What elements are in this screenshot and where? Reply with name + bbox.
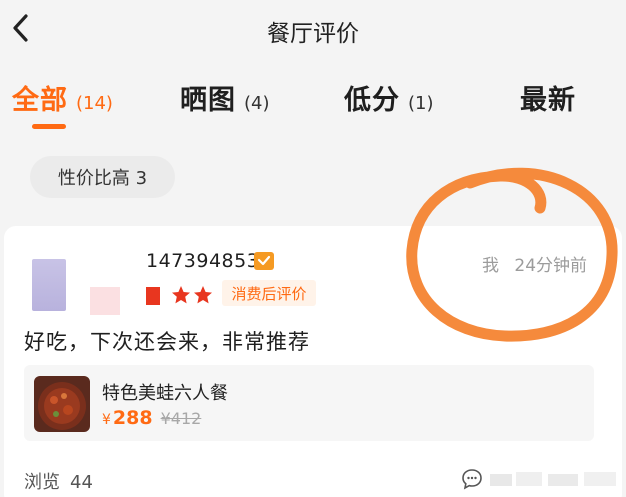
tab-photos-count: (4) bbox=[244, 93, 270, 114]
user-id: 147394853 bbox=[146, 250, 260, 272]
review-meta: 我 24分钟前 bbox=[482, 251, 587, 276]
avatar-blur-block bbox=[32, 259, 66, 311]
tab-low-score[interactable]: 低分 (1) bbox=[344, 78, 434, 122]
star-icon bbox=[172, 286, 190, 304]
page-title: 餐厅评价 bbox=[267, 21, 359, 47]
views-count: 44 bbox=[70, 472, 93, 493]
avatar[interactable] bbox=[32, 259, 122, 317]
star-icon bbox=[194, 286, 212, 304]
review-text: 好吃，下次还会来，非常推荐 bbox=[24, 330, 310, 354]
tab-photos[interactable]: 晒图 (4) bbox=[180, 78, 270, 122]
filter-chip[interactable]: 性价比高 3 bbox=[30, 156, 175, 198]
consumed-badge: 消费后评价 bbox=[222, 280, 316, 306]
product-price: ¥288 ¥412 bbox=[102, 407, 201, 429]
views-label: 浏览 bbox=[24, 472, 60, 493]
tab-all-count: (14) bbox=[76, 93, 113, 114]
product-card[interactable]: 特色美蛙六人餐 ¥288 ¥412 bbox=[24, 365, 594, 441]
product-thumbnail bbox=[34, 376, 90, 432]
tab-low-score-label: 低分 bbox=[344, 85, 400, 116]
star-icon bbox=[146, 287, 160, 305]
restaurant-review-page: 餐厅评价 全部 (14) 晒图 (4) 低分 (1) 最新 性价比高 3 147… bbox=[0, 0, 626, 497]
author-tag: 我 bbox=[482, 256, 499, 276]
tab-low-score-count: (1) bbox=[408, 93, 434, 114]
product-name: 特色美蛙六人餐 bbox=[102, 383, 228, 404]
tab-latest-label: 最新 bbox=[520, 85, 576, 116]
review-time: 24分钟前 bbox=[514, 256, 588, 276]
active-tab-indicator bbox=[32, 124, 66, 129]
tab-all[interactable]: 全部 (14) bbox=[12, 78, 113, 122]
review-tabs: 全部 (14) 晒图 (4) 低分 (1) 最新 bbox=[0, 78, 626, 134]
price-currency: ¥ bbox=[102, 412, 111, 428]
comment-bubble-icon[interactable] bbox=[460, 467, 484, 491]
tab-all-label: 全部 bbox=[12, 85, 68, 116]
rating-stars bbox=[146, 286, 212, 305]
tab-latest[interactable]: 最新 bbox=[520, 78, 576, 122]
nav-header: 餐厅评价 bbox=[0, 0, 626, 58]
price-current: 288 bbox=[112, 407, 153, 429]
blurred-actions bbox=[490, 472, 616, 486]
view-count: 浏览 44 bbox=[24, 468, 93, 494]
price-original: ¥412 bbox=[160, 409, 202, 428]
tab-photos-label: 晒图 bbox=[180, 85, 236, 116]
check-badge-icon bbox=[254, 252, 274, 270]
avatar-blur-block bbox=[90, 287, 120, 315]
